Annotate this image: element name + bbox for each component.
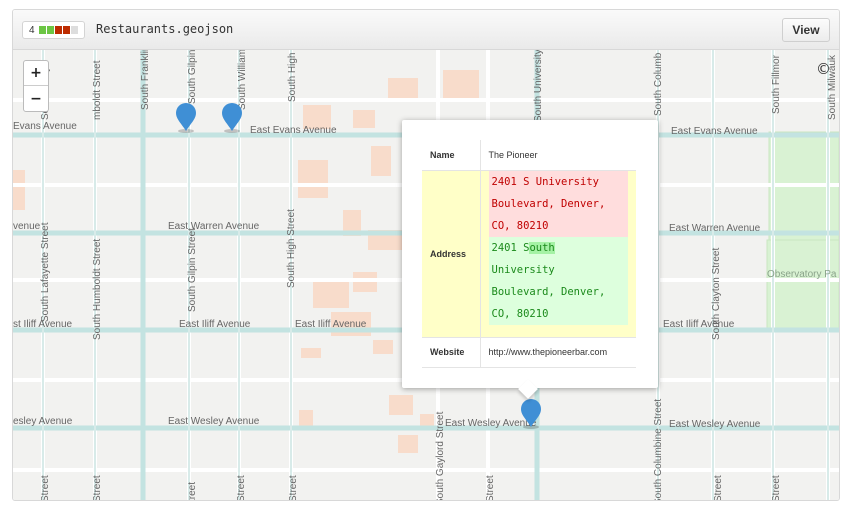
street-label: Street <box>713 475 724 501</box>
zoom-out-button[interactable]: − <box>24 86 48 111</box>
street-label: Street <box>40 475 51 501</box>
table-row: Address 2401 S University Boulevard, Den… <box>422 170 636 338</box>
added-line: 2401 South <box>492 237 629 259</box>
street-label: South Gaylord Street <box>435 411 446 501</box>
park-label: Observatory Pa <box>767 269 837 280</box>
file-diff-panel: 4 Restaurants.geojson View Evans Avenue … <box>12 9 840 501</box>
street-label: Street <box>288 475 299 501</box>
added-line: CO, 80210 <box>491 307 549 320</box>
street-label: East Evans Avenue <box>671 126 758 137</box>
table-row: Website http://www.thepioneerbar.com <box>422 337 636 368</box>
street-label: South William <box>237 50 248 110</box>
street-label: South Lafayette Street <box>40 222 51 322</box>
street-label: venue <box>13 221 41 232</box>
street-label: Street <box>485 475 496 501</box>
street-label: South University <box>533 50 544 122</box>
street-label: Evans Avenue <box>13 121 77 132</box>
diff-count: 4 <box>29 24 35 36</box>
street-label: treet <box>187 481 198 501</box>
property-value: http://www.thepioneerbar.com <box>480 337 636 368</box>
street-label: South Fillmor <box>771 55 782 114</box>
file-name: Restaurants.geojson <box>96 22 234 36</box>
file-header: 4 Restaurants.geojson View <box>13 10 839 50</box>
street-label: East Warren Avenue <box>669 223 761 234</box>
diffstat: 4 <box>22 21 85 39</box>
street-label: East Wesley Avenue <box>669 419 761 430</box>
street-label: South Humboldt Street <box>92 238 103 340</box>
deleted-line: 2401 S University <box>491 175 599 188</box>
street-label: South High Street <box>286 209 297 288</box>
street-label: East Iliff Avenue <box>179 319 251 330</box>
map-marker-icon[interactable] <box>520 399 542 429</box>
property-key: Name <box>422 140 481 171</box>
property-key: Address <box>422 170 481 338</box>
added-value: 2401 South University Boulevard, Denver,… <box>488 236 629 325</box>
added-line: University <box>491 263 555 276</box>
street-label: Street <box>236 475 247 501</box>
street-label: East Iliff Avenue <box>663 319 735 330</box>
street-label: Street <box>92 475 103 501</box>
diffstat-block <box>62 26 70 34</box>
street-label: East Evans Avenue <box>250 125 337 136</box>
view-button[interactable]: View <box>782 18 830 42</box>
diffstat-block <box>54 26 62 34</box>
street-label: East Iliff Avenue <box>295 319 367 330</box>
property-key: Website <box>422 337 481 368</box>
street-label: South Franklin <box>140 50 151 110</box>
diffstat-block <box>70 26 78 34</box>
street-label: Street <box>771 475 782 501</box>
table-row: Name The Pioneer <box>422 140 636 171</box>
map-marker-icon[interactable] <box>221 103 243 133</box>
properties-table: Name The Pioneer Address 2401 S Universi… <box>422 140 636 368</box>
street-label: South High <box>287 52 298 102</box>
deleted-value: 2401 S University Boulevard, Denver, CO,… <box>488 170 628 237</box>
diffstat-block <box>46 26 54 34</box>
street-label: South Gilpin <box>187 50 198 104</box>
feature-popup: Name The Pioneer Address 2401 S Universi… <box>402 120 658 399</box>
map-view[interactable]: Evans Avenue East Evans Avenue East Evan… <box>13 50 839 501</box>
street-label: South Columb <box>653 52 664 116</box>
added-line: Boulevard, Denver, <box>491 285 606 298</box>
street-label: South Clayton Street <box>711 247 722 340</box>
attribution-icon[interactable]: © <box>816 60 831 78</box>
street-label: esley Avenue <box>13 416 73 427</box>
map-marker-icon[interactable] <box>175 103 197 133</box>
zoom-in-button[interactable]: + <box>24 61 48 86</box>
street-label: mboldt Street <box>92 60 103 120</box>
address-diff: 2401 S University Boulevard, Denver, CO,… <box>480 170 636 338</box>
added-highlight: outh <box>529 241 555 254</box>
street-label: South Columbine Street <box>653 398 664 501</box>
added-text: 2401 S <box>491 241 530 254</box>
street-label: East Wesley Avenue <box>168 416 260 427</box>
property-value: The Pioneer <box>480 140 636 171</box>
deleted-line: CO, 80210 <box>491 219 549 232</box>
deleted-line: Boulevard, Denver, <box>491 197 606 210</box>
diffstat-block <box>38 26 46 34</box>
street-label: South Gilpin Street <box>187 228 198 312</box>
street-label: East Warren Avenue <box>168 221 260 232</box>
zoom-control: + − <box>23 60 49 112</box>
